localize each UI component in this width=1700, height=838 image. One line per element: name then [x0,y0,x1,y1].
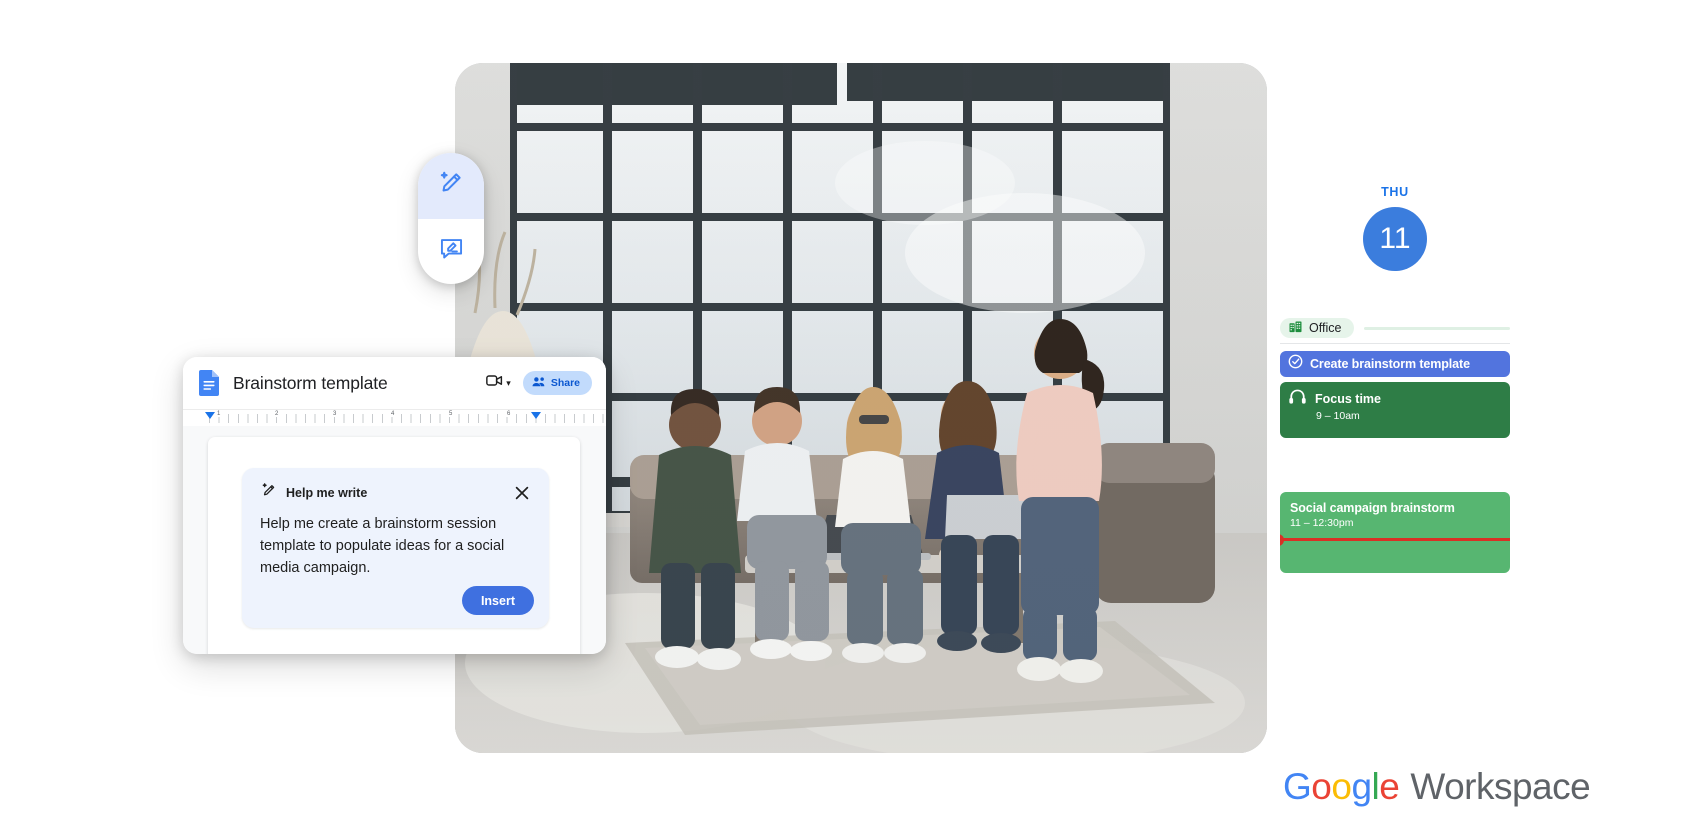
calendar-day-number[interactable]: 11 [1363,207,1427,271]
current-time-dot [1280,533,1284,546]
docs-header-actions: ▾ Share [486,371,592,395]
check-circle-icon [1288,354,1303,374]
office-building-icon [1289,320,1302,336]
calendar-event-task[interactable]: Create brainstorm template [1280,351,1510,377]
calendar-divider [1280,343,1510,344]
logo-letter-g2: g [1351,766,1372,807]
logo-letter-o1: o [1311,766,1332,807]
logo-letter-g1: G [1283,766,1312,807]
help-me-write-card: Help me write Help me create a brainstor… [242,468,549,628]
location-chip-label: Office [1309,321,1342,335]
calendar-event-social-title: Social campaign brainstorm [1290,501,1455,515]
share-button-label: Share [550,377,580,389]
help-me-write-title: Help me write [286,486,368,500]
logo-workspace-word: Workspace [1410,766,1591,807]
help-me-write-toolbar-button[interactable] [418,153,484,219]
ruler-number: 5 [447,411,455,417]
location-duration-bar [1364,327,1510,330]
ruler-number: 4 [389,411,397,417]
ruler-number: 2 [273,411,281,417]
insert-button[interactable]: Insert [461,586,534,615]
logo-letter-o2: o [1331,766,1352,807]
calendar-location-row: Office [1280,318,1510,338]
help-me-write-header: Help me write [260,482,531,504]
help-me-write-prompt[interactable]: Help me create a brainstorm session temp… [260,513,528,579]
close-icon[interactable] [513,484,531,502]
headphones-icon [1289,389,1306,409]
calendar-event-focus-time-range: 9 – 10am [1316,410,1360,422]
ruler-ticks [209,414,606,423]
ruler-number: 6 [505,411,513,417]
google-docs-icon [199,370,219,396]
calendar-event-social-time-range: 11 – 12:30pm [1290,517,1354,529]
ruler-number: 3 [331,411,339,417]
calendar-day-of-week: THU [1381,185,1409,199]
logo-letter-l: l [1371,766,1380,807]
left-indent-marker[interactable] [205,412,215,419]
calendar-event-social-campaign[interactable]: Social campaign brainstorm 11 – 12:30pm [1280,492,1510,573]
share-people-icon [532,376,546,391]
page-root: Brainstorm template ▾ Share 1 2 3 4 5 6 … [0,0,1700,838]
focus-time-row: Focus time [1289,389,1501,409]
chevron-down-icon: ▾ [506,377,511,388]
comment-edit-icon [438,235,465,267]
calendar-event-task-title: Create brainstorm template [1310,357,1470,371]
location-chip[interactable]: Office [1280,318,1355,338]
current-time-indicator [1280,533,1510,546]
google-workspace-logo: G o o g l e Workspace [1283,766,1591,808]
magic-pencil-icon [260,482,277,504]
share-button[interactable]: Share [522,371,592,395]
video-camera-icon [486,374,503,392]
document-title[interactable]: Brainstorm template [233,373,388,394]
magic-pencil-icon [437,169,465,202]
calendar-panel: THU 11 Office Create brainstorm template… [1280,185,1510,573]
ruler-number: 1 [215,411,223,417]
video-camera-button[interactable]: ▾ [486,374,511,392]
right-indent-marker[interactable] [531,412,541,419]
annotate-toolbar-button[interactable] [418,219,484,285]
docs-ruler[interactable]: 1 2 3 4 5 6 [183,409,606,426]
docs-header: Brainstorm template ▾ Share [183,357,606,409]
logo-letter-e: e [1379,766,1400,807]
calendar-event-focus-time[interactable]: Focus time 9 – 10am [1280,382,1510,438]
ai-floating-toolbar[interactable] [418,153,484,284]
calendar-event-focus-title: Focus time [1315,392,1381,406]
